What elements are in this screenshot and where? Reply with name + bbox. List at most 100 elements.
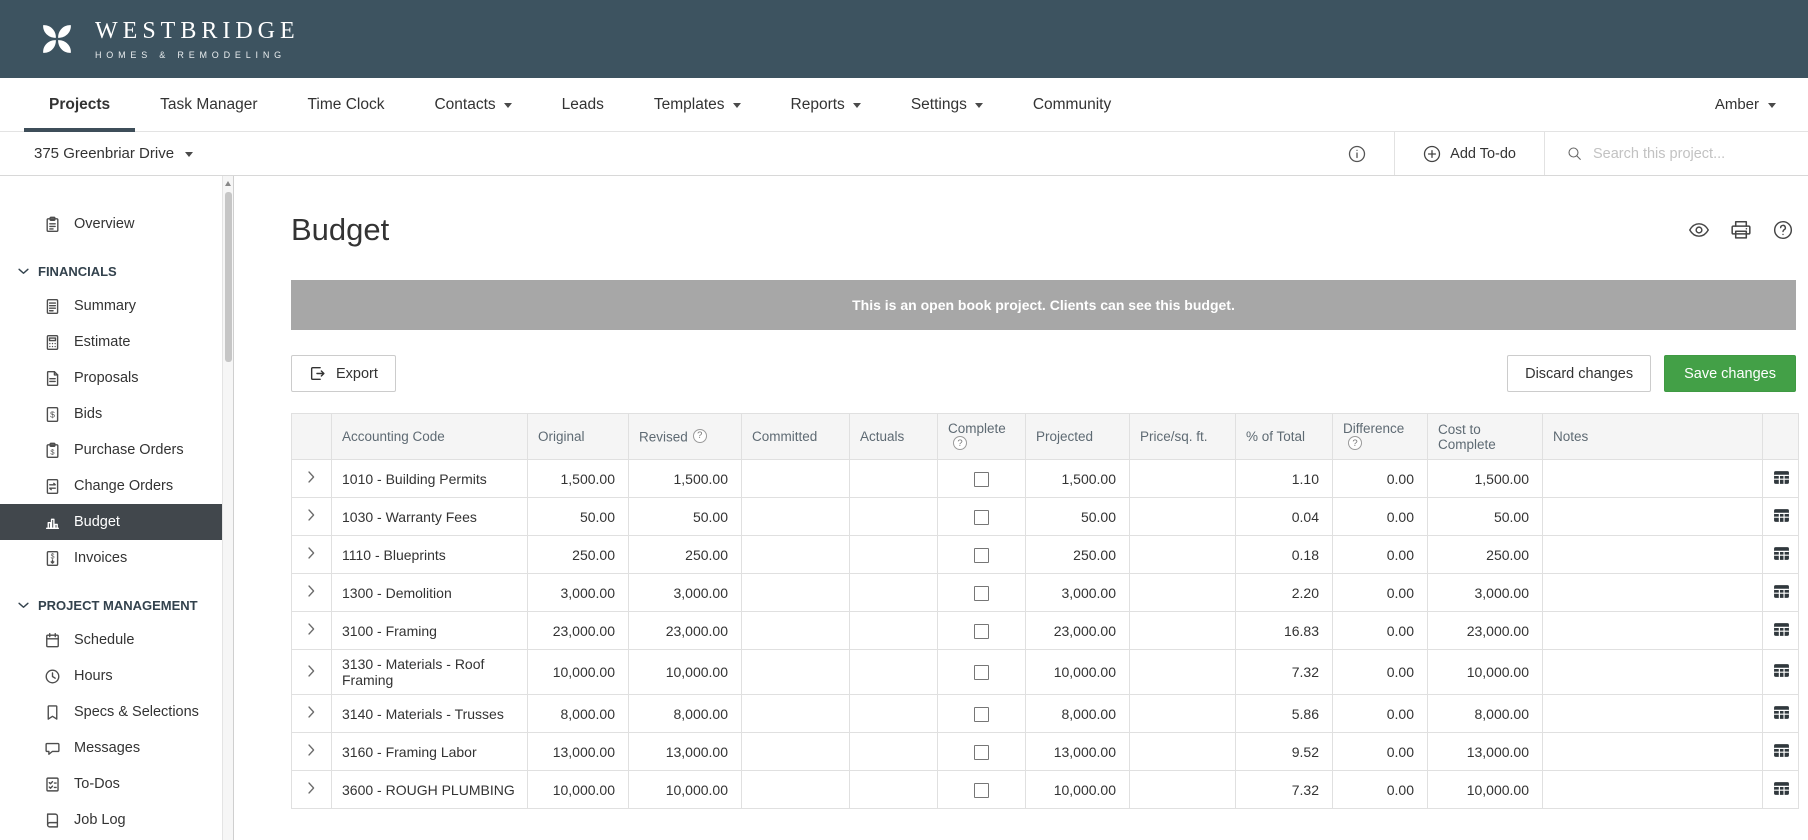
eye-icon[interactable]: [1688, 220, 1710, 240]
notes-cell[interactable]: [1542, 535, 1763, 574]
nav-item-community[interactable]: Community: [1008, 78, 1136, 131]
flower-logo-icon: [34, 16, 80, 62]
expand-row-button[interactable]: [300, 465, 323, 492]
sidebar-item-to-dos[interactable]: To-Dos: [0, 766, 233, 802]
help-icon[interactable]: ?: [1348, 436, 1362, 451]
projected-cell: 1,500.00: [1025, 459, 1130, 498]
revised-cell[interactable]: 10,000.00: [628, 649, 742, 695]
complete-checkbox[interactable]: [974, 665, 989, 681]
notes-cell[interactable]: [1542, 459, 1763, 498]
nav-item-settings[interactable]: Settings: [886, 78, 1008, 131]
discard-changes-button[interactable]: Discard changes: [1507, 355, 1652, 392]
grid-icon[interactable]: [1773, 469, 1790, 486]
revised-cell[interactable]: 50.00: [628, 497, 742, 536]
notes-cell[interactable]: [1542, 732, 1763, 771]
nav-item-reports[interactable]: Reports: [766, 78, 886, 131]
sidebar-scrollbar[interactable]: [222, 176, 233, 840]
grid-icon[interactable]: [1773, 704, 1790, 721]
sidebar-item-summary[interactable]: Summary: [0, 288, 233, 324]
user-menu[interactable]: Amber: [1715, 78, 1776, 131]
complete-checkbox[interactable]: [974, 706, 989, 722]
revised-cell[interactable]: 13,000.00: [628, 732, 742, 771]
nav-item-time-clock[interactable]: Time Clock: [283, 78, 410, 131]
notes-cell[interactable]: [1542, 694, 1763, 733]
complete-checkbox[interactable]: [974, 623, 989, 639]
project-info-button[interactable]: [1320, 132, 1394, 175]
sidebar-item-specs-selections[interactable]: Specs & Selections: [0, 694, 233, 730]
save-changes-button[interactable]: Save changes: [1664, 355, 1796, 392]
grid-icon[interactable]: [1773, 621, 1790, 638]
difference-cell: 0.00: [1332, 497, 1428, 536]
expand-row-button[interactable]: [300, 776, 323, 803]
col-notes: Notes: [1542, 413, 1763, 460]
complete-checkbox[interactable]: [974, 744, 989, 760]
sidebar-section-project-management[interactable]: PROJECT MANAGEMENT: [0, 588, 233, 622]
expand-row-button[interactable]: [300, 738, 323, 765]
sidebar-item-messages[interactable]: Messages: [0, 730, 233, 766]
revised-cell[interactable]: 10,000.00: [628, 770, 742, 809]
nav-item-projects[interactable]: Projects: [24, 78, 136, 132]
job-log-icon: [44, 812, 61, 829]
revised-cell[interactable]: 8,000.00: [628, 694, 742, 733]
expand-cell: [291, 497, 332, 536]
nav-item-leads[interactable]: Leads: [537, 78, 629, 131]
revised-cell[interactable]: 1,500.00: [628, 459, 742, 498]
grid-icon[interactable]: [1773, 507, 1790, 524]
nav-item-templates[interactable]: Templates: [629, 78, 766, 131]
sidebar-item-proposals[interactable]: Proposals: [0, 360, 233, 396]
revised-cell[interactable]: 250.00: [628, 535, 742, 574]
scrollbar-thumb[interactable]: [224, 192, 232, 362]
notes-cell[interactable]: [1542, 649, 1763, 695]
sidebar-item-schedule[interactable]: Schedule: [0, 622, 233, 658]
search-icon: [1567, 145, 1582, 162]
expand-row-button[interactable]: [300, 617, 323, 644]
sidebar-item-estimate[interactable]: Estimate: [0, 324, 233, 360]
accounting-code-cell: 1030 - Warranty Fees: [331, 497, 528, 536]
expand-row-button[interactable]: [300, 541, 323, 568]
grid-icon[interactable]: [1773, 780, 1790, 797]
sidebar-item-purchase-orders[interactable]: $ Purchase Orders: [0, 432, 233, 468]
notes-cell[interactable]: [1542, 497, 1763, 536]
help-icon[interactable]: [1772, 220, 1794, 240]
sidebar-item-job-log[interactable]: Job Log: [0, 802, 233, 838]
accounting-code-cell: 3160 - Framing Labor: [331, 732, 528, 771]
nav-item-contacts[interactable]: Contacts: [409, 78, 536, 131]
expand-row-button[interactable]: [300, 700, 323, 727]
nav-item-task-manager[interactable]: Task Manager: [135, 78, 282, 131]
project-selector[interactable]: 375 Greenbriar Drive: [0, 132, 194, 175]
sidebar-item-overview[interactable]: Overview: [0, 206, 233, 242]
sidebar-item-hours[interactable]: Hours: [0, 658, 233, 694]
revised-cell[interactable]: 3,000.00: [628, 573, 742, 612]
brand-logo[interactable]: WESTBRIDGE HOMES & REMODELING: [34, 16, 300, 62]
expand-row-button[interactable]: [300, 579, 323, 606]
search-input[interactable]: [1592, 145, 1786, 162]
grid-icon[interactable]: [1773, 662, 1790, 679]
notes-cell[interactable]: [1542, 611, 1763, 650]
sidebar-item-change-orders[interactable]: Change Orders: [0, 468, 233, 504]
help-icon[interactable]: ?: [953, 436, 967, 451]
sidebar-section-financials[interactable]: FINANCIALS: [0, 254, 233, 288]
sidebar-item-budget[interactable]: Budget: [0, 504, 233, 540]
notes-cell[interactable]: [1542, 770, 1763, 809]
grid-icon[interactable]: [1773, 583, 1790, 600]
notes-cell[interactable]: [1542, 573, 1763, 612]
export-button[interactable]: Export: [291, 355, 396, 392]
complete-checkbox[interactable]: [974, 585, 989, 601]
printer-icon[interactable]: [1730, 220, 1752, 240]
chevron-right-icon: [308, 547, 315, 559]
expand-row-button[interactable]: [300, 659, 323, 686]
sidebar-item-invoices[interactable]: $ Invoices: [0, 540, 233, 576]
complete-checkbox[interactable]: [974, 471, 989, 487]
expand-row-button[interactable]: [300, 503, 323, 530]
grid-icon[interactable]: [1773, 545, 1790, 562]
scroll-up-arrow-icon[interactable]: [225, 181, 231, 186]
help-icon[interactable]: ?: [692, 428, 707, 443]
complete-checkbox[interactable]: [974, 547, 989, 563]
complete-checkbox[interactable]: [974, 509, 989, 525]
sidebar-item-bids[interactable]: $ Bids: [0, 396, 233, 432]
grid-icon[interactable]: [1773, 742, 1790, 759]
complete-checkbox[interactable]: [974, 782, 989, 798]
price-sqft-cell: [1129, 649, 1236, 695]
revised-cell[interactable]: 23,000.00: [628, 611, 742, 650]
add-todo-button[interactable]: Add To-do: [1394, 132, 1544, 175]
